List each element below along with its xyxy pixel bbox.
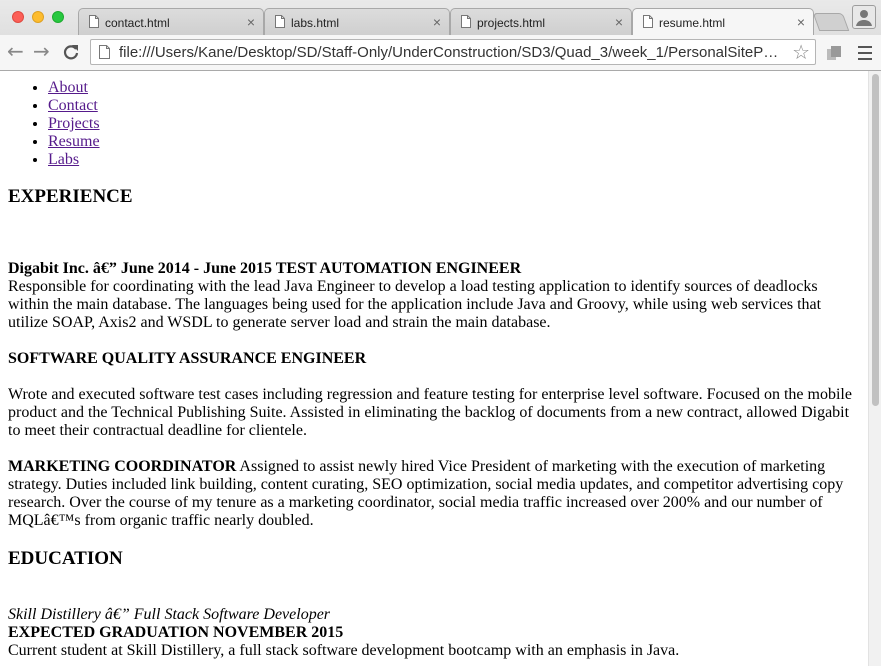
job-entry: Digabit Inc. â€” June 2014 - June 2015 T… [8, 260, 860, 332]
graduation-line: EXPECTED GRADUATION NOVEMBER 2015 [8, 624, 344, 641]
education-entry: Skill Distillery â€” Full Stack Software… [8, 606, 860, 660]
tab-title: contact.html [105, 16, 170, 30]
education-heading: EDUCATION [8, 548, 123, 569]
page-icon [461, 15, 471, 28]
browser-chrome: contact.html × labs.html × projects.html… [0, 0, 881, 71]
profile-button[interactable] [852, 5, 876, 29]
job-title: Digabit Inc. â€” June 2014 - June 2015 T… [8, 260, 522, 277]
experience-heading: EXPERIENCE [8, 186, 133, 207]
forward-arrow-icon[interactable]: → [33, 41, 50, 61]
window-maximize-button[interactable] [52, 11, 64, 23]
tab-contact[interactable]: contact.html × [78, 8, 264, 35]
site-nav: About Contact Projects Resume Labs [8, 79, 860, 169]
back-arrow-icon[interactable]: ← [7, 41, 24, 61]
nav-link-projects[interactable]: Projects [48, 115, 100, 132]
nav-link-contact[interactable]: Contact [48, 97, 98, 114]
tab-close-icon[interactable]: × [797, 14, 805, 30]
job-description: Responsible for coordinating with the le… [8, 278, 822, 331]
tab-close-icon[interactable]: × [615, 14, 623, 30]
tab-close-icon[interactable]: × [247, 14, 255, 30]
tab-title: projects.html [477, 16, 546, 30]
profile-icon [856, 10, 872, 26]
tab-title: resume.html [659, 16, 726, 30]
window-close-button[interactable] [12, 11, 24, 23]
vertical-scrollbar[interactable] [868, 71, 881, 666]
window-minimize-button[interactable] [32, 11, 44, 23]
job-title: MARKETING COORDINATOR [8, 458, 237, 475]
page-content: About Contact Projects Resume Labs EXPER… [8, 71, 860, 660]
job-entry: MARKETING COORDINATOR Assigned to assist… [8, 458, 860, 530]
page-icon [99, 45, 110, 59]
page-icon [643, 15, 653, 28]
url-text: file:///Users/Kane/Desktop/SD/Staff-Only… [119, 44, 781, 61]
education-description: Current student at Skill Distillery, a f… [8, 642, 680, 659]
nav-item: Projects [48, 115, 860, 133]
school-line: Skill Distillery â€” Full Stack Software… [8, 606, 331, 623]
nav-link-resume[interactable]: Resume [48, 133, 100, 150]
tab-close-icon[interactable]: × [433, 14, 441, 30]
nav-link-labs[interactable]: Labs [48, 151, 79, 168]
page-icon [275, 15, 285, 28]
toolbar: ← → file:///Users/Kane/Desktop/SD/Staff-… [0, 35, 881, 70]
nav-item: Labs [48, 151, 860, 169]
scrollbar-thumb[interactable] [872, 74, 879, 406]
extension-icon[interactable] [826, 45, 842, 61]
new-tab-button[interactable] [812, 13, 850, 31]
menu-icon[interactable] [858, 46, 872, 64]
address-bar[interactable]: file:///Users/Kane/Desktop/SD/Staff-Only… [90, 39, 816, 65]
nav-link-about[interactable]: About [48, 79, 88, 96]
job-description: Wrote and executed software test cases i… [8, 386, 852, 439]
tab-labs[interactable]: labs.html × [264, 8, 450, 35]
reload-icon[interactable] [62, 43, 80, 61]
tab-title: labs.html [291, 16, 340, 30]
job-title: SOFTWARE QUALITY ASSURANCE ENGINEER [8, 350, 367, 367]
nav-item: About [48, 79, 860, 97]
star-icon[interactable]: ☆ [792, 40, 810, 64]
nav-item: Resume [48, 133, 860, 151]
nav-item: Contact [48, 97, 860, 115]
tab-resume[interactable]: resume.html × [632, 8, 814, 36]
tab-projects[interactable]: projects.html × [450, 8, 632, 35]
page-icon [89, 15, 99, 28]
